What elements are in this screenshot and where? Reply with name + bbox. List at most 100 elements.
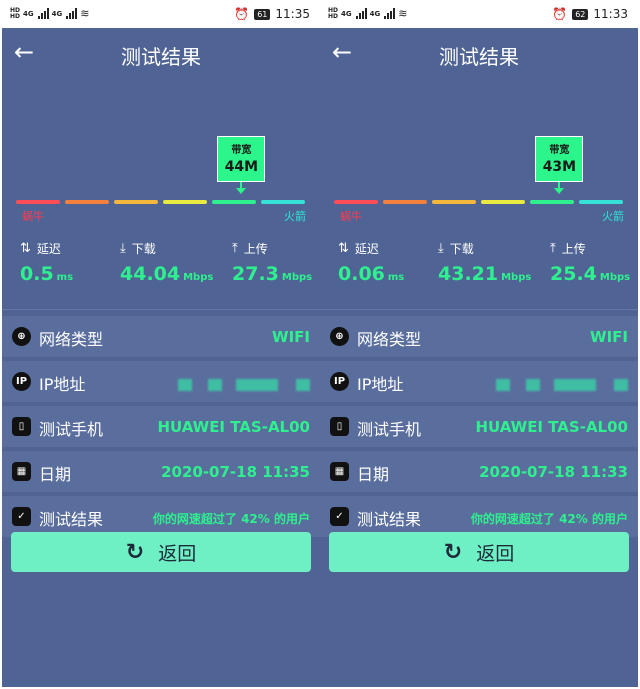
upload-label: 上传 [243,242,268,256]
screen-left: HD HD 4G 4G ≋ ⏰ 61 11:35 ← 测试结果 带宽 44M 蜗牛… [2,2,320,687]
phone-icon: ▯ [330,417,349,436]
upload-icon: ⤒ [232,241,238,256]
slow-label: 蜗牛 [340,210,362,223]
stat-upload: ⤒ 上传 25.4 Mbps [550,240,630,285]
meter-segment-4 [163,200,207,204]
row-date: ▦ 日期 2020-07-18 11:33 [320,451,638,492]
row-value: WIFI [590,328,628,346]
bandwidth-label: 带宽 [231,145,252,156]
wifi-icon: ≋ [80,7,90,20]
row-label: IP地址 [39,375,86,394]
phone-icon: ▯ [12,417,31,436]
stats-panel: ⇅ 延迟 0.5 ms ⤓ 下载 44.04 Mbps ⤒ 上传 27.3 Mbps [2,240,320,310]
meter-segment-2 [383,200,427,204]
hd-icon: HD HD [328,6,339,20]
row-label: 测试结果 [357,510,422,529]
status-time: 11:33 [593,7,628,21]
meter-segment-6 [261,200,305,204]
row-label: 测试手机 [357,420,422,439]
network-type-2: 4G [369,9,381,18]
battery-icon: 61 [254,8,271,20]
row-value: 2020-07-18 11:33 [479,463,628,481]
latency-value: 0.5 [20,263,54,285]
stat-upload: ⤒ 上传 27.3 Mbps [232,240,312,285]
app-bar: ← 测试结果 [320,28,638,80]
row-ip-address: IP IP地址 [2,361,320,402]
alarm-icon: ⏰ [552,7,568,21]
meter-segment-4 [481,200,525,204]
row-label: IP地址 [357,375,404,394]
row-test-result: ✓ 测试结果 你的网速超过了 42% 的用户 [2,496,320,537]
meter-segment-5 [530,200,574,204]
page-title: 测试结果 [121,45,201,69]
stats-panel: ⇅ 延迟 0.06 ms ⤓ 下载 43.21 Mbps ⤒ 上传 25.4 Mbps [320,240,638,310]
redacted-ip [208,379,222,391]
row-value: HUAWEI TAS-AL00 [157,418,310,436]
row-value: 你的网速超过了 42% 的用户 [470,512,628,526]
battery-icon: 62 [572,8,589,20]
latency-unit: ms [56,272,74,283]
row-value: HUAWEI TAS-AL00 [475,418,628,436]
download-icon: ⤓ [120,241,126,256]
app-bar: ← 测试结果 [2,28,320,80]
status-bar: HD HD 4G 4G ≋ ⏰ 61 11:35 [2,2,320,28]
row-label: 日期 [357,465,390,484]
bandwidth-bubble: 带宽 44M [217,136,266,182]
screen-right: HD HD 4G 4G ≋ ⏰ 62 11:33 ← 测试结果 带宽 43M 蜗牛… [320,2,638,687]
redacted-ip [554,379,596,391]
calendar-icon: ▦ [12,462,31,481]
signal-icon-2 [66,8,78,19]
meter-segment-1 [334,200,378,204]
redacted-ip [178,379,192,391]
bandwidth-bubble: 带宽 43M [535,136,584,182]
signal-icon [37,8,49,19]
return-button[interactable]: ↻ 返回 [329,532,629,572]
download-icon: ⤓ [438,241,444,256]
bandwidth-value: 43M [542,159,577,175]
signal-icon [355,8,367,19]
network-type: 4G [23,9,34,18]
stat-download: ⤓ 下载 43.21 Mbps [438,240,531,285]
upload-label: 上传 [561,242,586,256]
status-bar: HD HD 4G 4G ≋ ⏰ 62 11:33 [320,2,638,28]
ip-icon: IP [12,372,31,391]
ip-icon: IP [330,372,349,391]
redacted-ip [526,379,540,391]
globe-icon: ⊕ [12,327,31,346]
row-network-type: ⊕ 网络类型 WIFI [2,316,320,357]
bandwidth-label: 带宽 [549,145,570,156]
refresh-icon: ↻ [125,539,145,565]
speed-meter: 带宽 43M 蜗牛 火箭 [320,80,638,240]
download-unit: Mbps [183,272,214,283]
row-value: 你的网速超过了 42% 的用户 [152,512,310,526]
return-label: 返回 [476,542,515,565]
stat-latency: ⇅ 延迟 0.5 ms [20,240,73,285]
row-value: WIFI [272,328,310,346]
row-label: 网络类型 [357,330,422,349]
chart-icon: ✓ [12,507,31,526]
redacted-ip [496,379,510,391]
speed-meter: 带宽 44M 蜗牛 火箭 [2,80,320,240]
latency-icon: ⇅ [338,241,349,256]
meter-segment-2 [65,200,109,204]
latency-label: 延迟 [354,242,379,256]
globe-icon: ⊕ [330,327,349,346]
latency-label: 延迟 [36,242,61,256]
download-value: 43.21 [438,263,499,285]
row-label: 网络类型 [39,330,104,349]
upload-unit: Mbps [281,272,313,283]
alarm-icon: ⏰ [234,7,250,21]
meter-segment-5 [212,200,256,204]
latency-value: 0.06 [338,263,385,285]
return-button[interactable]: ↻ 返回 [11,532,311,572]
upload-icon: ⤒ [550,241,556,256]
chart-icon: ✓ [330,507,349,526]
bandwidth-value: 44M [224,159,259,175]
meter-segment-3 [114,200,158,204]
fast-label: 火箭 [602,210,624,223]
refresh-icon: ↻ [443,539,463,565]
stat-latency: ⇅ 延迟 0.06 ms [338,240,404,285]
network-type-2: 4G [51,9,63,18]
fast-label: 火箭 [284,210,306,223]
meter-segment-1 [16,200,60,204]
